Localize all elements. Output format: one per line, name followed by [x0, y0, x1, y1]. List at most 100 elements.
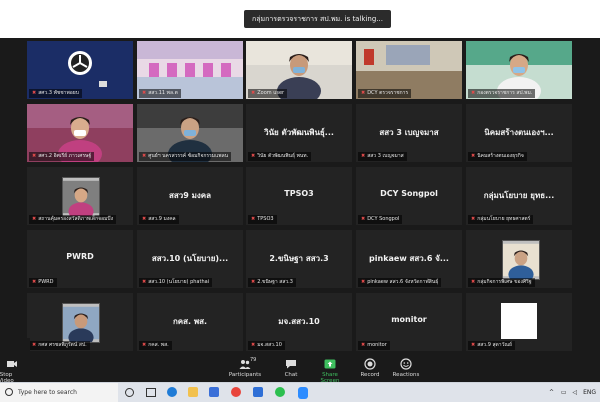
muted-mic-icon: ✖	[142, 216, 147, 222]
participant-name: กลุ่มนโยบาย ยุทธ...	[483, 191, 555, 200]
network-icon[interactable]: ▭	[561, 389, 567, 396]
participant-tile[interactable]: ✖ สถานคุ้มครองสวัสดิภาพเด็กจอมบึง	[27, 167, 133, 225]
participant-name: กคส. พส.	[172, 317, 208, 326]
windows-taskbar: Type here to search ^ ▭ ◁ ENG	[0, 382, 600, 402]
record-button[interactable]: Record	[359, 358, 381, 378]
reactions-icon	[400, 358, 412, 370]
store-icon[interactable]	[209, 387, 219, 397]
participants-count: 79	[250, 357, 257, 363]
line-icon[interactable]	[275, 387, 285, 397]
participant-tile[interactable]: ✖ ศูนย์ฯ นครสวรรค์ ซ้อมกิจกรรมแพลน	[137, 104, 243, 162]
video-camera-icon	[7, 361, 17, 367]
participant-label: ✖ ศูนย์ฯ นครสวรรค์ ซ้อมกิจกรรมแพลน	[139, 152, 232, 161]
participant-tile[interactable]: ✖ DCY ตรวจราชการ	[356, 41, 462, 99]
muted-mic-icon: ✖	[471, 342, 476, 348]
cortana-icon[interactable]	[125, 388, 134, 397]
participant-name: DCY Songpol	[380, 189, 438, 198]
participant-label: ✖ DCY ตรวจราชการ	[358, 89, 412, 98]
participants-button[interactable]: 79 Participants	[228, 357, 262, 378]
search-icon	[5, 388, 13, 396]
participant-label: ✖ กศส ศรชลพิภูรัตน์ สป.	[29, 341, 90, 350]
participant-tile[interactable]: PWRD ✖ PWRD	[27, 230, 133, 288]
chat-icon	[286, 360, 296, 369]
volume-icon[interactable]: ◁	[573, 389, 578, 396]
stop-video-fragment[interactable]	[0, 338, 30, 356]
chrome-icon[interactable]	[231, 387, 241, 397]
muted-mic-icon: ✖	[361, 90, 366, 96]
participant-label-text: DCY ตรวจราชการ	[367, 90, 409, 96]
participant-label: ✖ monitor	[358, 341, 390, 350]
muted-mic-icon: ✖	[251, 90, 256, 96]
muted-mic-icon: ✖	[142, 153, 147, 159]
participant-label: ✖ สสว 3 เบญจมาส	[358, 152, 407, 161]
participant-tile[interactable]: ✖ กองตรวจราชการ สป.พม.	[466, 41, 572, 99]
participant-label-text: Zoom user	[257, 90, 285, 96]
participant-tile[interactable]: monitor ✖ monitor	[356, 293, 462, 351]
reactions-button[interactable]: Reactions	[392, 358, 420, 378]
chat-button[interactable]: Chat	[281, 358, 301, 378]
tray-chevron-icon[interactable]: ^	[549, 389, 554, 396]
participant-label: ✖ สศว.3 พัชชาพอยบ	[29, 89, 82, 98]
participant-tile[interactable]: กลุ่มนโยบาย ยุทธ... ✖ กลุ่มนโยบาย ยุทธศาสต…	[466, 167, 572, 225]
participant-name: สสว9 มงคล	[168, 191, 212, 200]
muted-mic-icon: ✖	[142, 90, 147, 96]
participant-tile[interactable]: TPSO3 ✖ TPSO3	[246, 167, 352, 225]
taskbar-search[interactable]: Type here to search	[0, 383, 118, 402]
zoom-icon[interactable]	[298, 387, 308, 399]
participant-thumbnail	[502, 240, 540, 280]
participant-label-text: วินัย ตัวพัฒนพินธุ์ พนท.	[257, 153, 309, 159]
search-placeholder: Type here to search	[18, 389, 77, 396]
share-screen-button[interactable]: Share Screen	[312, 358, 348, 384]
participant-label-text: นิคมสร้างตนเองธุรกิจ	[477, 153, 524, 159]
participant-name: มจ.สสว.10	[278, 317, 320, 326]
participant-tile[interactable]: กคส. พส. ✖ กคส. พส.	[137, 293, 243, 351]
participant-label: ✖ สถานคุ้มครองสวัสดิภาพเด็กจอมบึง	[29, 215, 117, 224]
edge-icon[interactable]	[167, 387, 177, 397]
participant-tile[interactable]: ✖ สศว.3 พัชชาพอยบ	[27, 41, 133, 99]
participant-label: ✖ กคส. พส.	[139, 341, 172, 350]
participant-tile[interactable]: ✖ สสว.11 พล.ต	[137, 41, 243, 99]
task-view-icon[interactable]	[146, 388, 156, 397]
system-tray: ^ ▭ ◁ ENG	[549, 383, 596, 402]
participant-tile[interactable]: ✖ Zoom user	[246, 41, 352, 99]
muted-mic-icon: ✖	[251, 279, 256, 285]
muted-mic-icon: ✖	[471, 279, 476, 285]
participant-label-text: กองตรวจราชการ สป.พม.	[477, 90, 533, 96]
participant-tile[interactable]: ✖ กลุ่มกิจการพิเศษ ของศิริฐ	[466, 230, 572, 288]
participant-tile[interactable]: 2.ขนิษฐา สสว.3 ✖ 2.ขนิษฐา สสว.3	[246, 230, 352, 288]
file-explorer-icon[interactable]	[188, 387, 198, 397]
language-indicator[interactable]: ENG	[583, 389, 596, 396]
participant-tile[interactable]: pinkaew สสว.6 จั... ✖ pinkaew สสว.6 จังหวั…	[356, 230, 462, 288]
participant-tile[interactable]: สสว 3 เบญจมาส ✖ สสว 3 เบญจมาส	[356, 104, 462, 162]
muted-mic-icon: ✖	[32, 279, 37, 285]
stop-video-button[interactable]: Stop Video	[0, 358, 24, 384]
meeting-window: กลุ่มการตรวจราชการ สป.พม. is talking... …	[0, 0, 600, 356]
participant-label-text: ศูนย์ฯ นครสวรรค์ ซ้อมกิจกรรมแพลน	[148, 153, 229, 159]
chat-label: Chat	[284, 372, 298, 378]
participant-name: monitor	[391, 315, 427, 324]
participant-tile[interactable]: นิคมสร้างตนเองฯ... ✖ นิคมสร้างตนเองธุรกิจ	[466, 104, 572, 162]
participant-label-text: กศส ศรชลพิภูรัตน์ สป.	[38, 342, 87, 348]
muted-mic-icon: ✖	[361, 153, 366, 159]
participant-label-text: สสว.9 มงคล	[148, 216, 176, 222]
participant-label: ✖ สสว.9 สุดาวัณย์	[468, 341, 515, 350]
participant-label: ✖ สสว.11 พล.ต	[139, 89, 181, 98]
participant-label: ✖ วินัย ตัวพัฒนพินธุ์ พนท.	[248, 152, 312, 161]
participant-tile[interactable]: วินัย ตัวพัฒนพินธุ์... ✖ วินัย ตัวพัฒนพินธ…	[246, 104, 352, 162]
participant-name: สสว 3 เบญจมาส	[379, 128, 439, 137]
participant-tile[interactable]: ✖ กศส ศรชลพิภูรัตน์ สป.	[27, 293, 133, 351]
participant-tile[interactable]: สสว9 มงคล ✖ สสว.9 มงคล	[137, 167, 243, 225]
participant-label-text: PWRD	[38, 279, 54, 285]
participant-label-text: สสว.10 (นโยบาย) phathai	[148, 279, 210, 285]
muted-mic-icon: ✖	[251, 153, 256, 159]
muted-mic-icon: ✖	[471, 90, 476, 96]
participant-tile[interactable]: DCY Songpol ✖ DCY Songpol	[356, 167, 462, 225]
participant-tile[interactable]: ✖ สศว.2 อิศเรีย์ ภาวเศรษฐ์	[27, 104, 133, 162]
muted-mic-icon: ✖	[142, 342, 147, 348]
muted-mic-icon: ✖	[361, 279, 366, 285]
participant-tile[interactable]: มจ.สสว.10 ✖ มจ.สสว.10	[246, 293, 352, 351]
participant-tile[interactable]: สสว.10 (นโยบาย)... ✖ สสว.10 (นโยบาย) phath…	[137, 230, 243, 288]
participant-tile[interactable]: ✖ สสว.9 สุดาวัณย์	[466, 293, 572, 351]
participant-label: ✖ มจ.สสว.10	[248, 341, 285, 350]
mail-icon[interactable]	[253, 387, 263, 397]
